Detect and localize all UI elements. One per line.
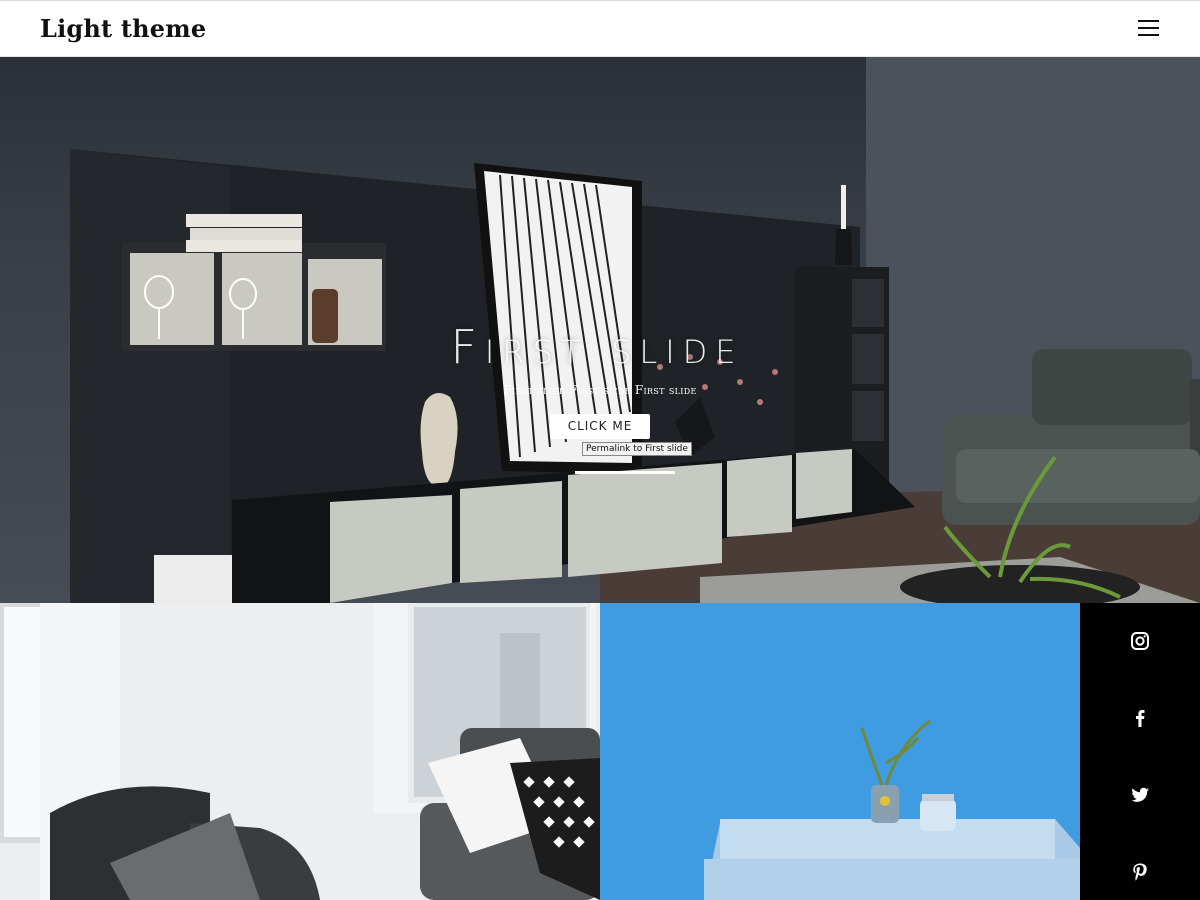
slide-indicator-1[interactable] [575,471,675,474]
hero-subtitle: First slide First slide First slide [503,383,697,397]
site-header: Light theme [0,0,1200,57]
permalink-tooltip: Permalink to First slide [582,442,692,456]
gallery-tile-living-room[interactable] [0,603,600,900]
facebook-icon[interactable] [1128,706,1152,730]
living-room-chairs-image [0,603,600,900]
hamburger-menu-icon[interactable] [1137,20,1161,40]
hero-slider: First slide First slide First slide Firs… [0,57,1200,603]
gallery-tile-blue-wall[interactable] [600,603,1080,900]
instagram-icon[interactable] [1128,629,1152,653]
social-links-bar [1080,603,1200,900]
pinterest-icon[interactable] [1128,860,1152,884]
hero-title: First slide [450,320,744,374]
blue-wall-table-image [600,603,1080,900]
twitter-icon[interactable] [1128,783,1152,807]
site-title[interactable]: Light theme [40,14,206,43]
click-me-button[interactable]: CLICK ME [550,414,650,439]
